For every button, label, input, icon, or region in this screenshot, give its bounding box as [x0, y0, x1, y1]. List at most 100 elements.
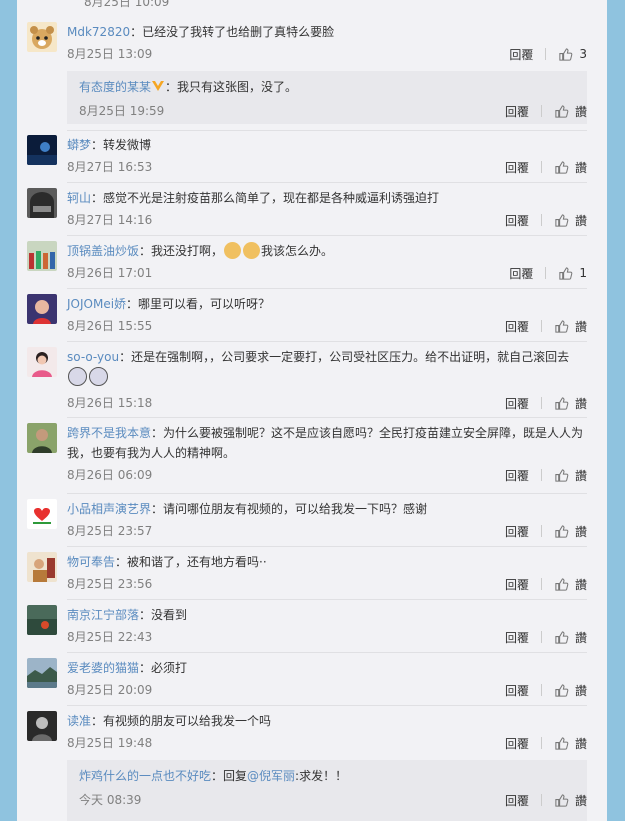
thumbs-up-icon [555, 577, 569, 591]
reply-button[interactable]: 回覆 [493, 395, 541, 412]
avatar[interactable] [27, 552, 57, 582]
previous-comment-fragment: 8月25日 10:09 [84, 0, 604, 9]
avatar[interactable] [27, 423, 57, 453]
avatar[interactable] [27, 499, 57, 529]
thumbs-up-icon [555, 160, 569, 174]
comment-username[interactable]: 轲山 [67, 191, 91, 205]
divider [67, 652, 587, 653]
comment-text: 有态度的某某 ：我只有这张图，没了。 [79, 80, 298, 94]
thumbs-up-icon [555, 683, 569, 697]
like-count: 讚 [574, 736, 587, 751]
emoji-icon [89, 367, 108, 386]
like-button[interactable]: 讚 [542, 735, 587, 752]
reply-button[interactable]: 回覆 [493, 103, 541, 120]
reply-button[interactable]: 回覆 [493, 629, 541, 646]
like-count: 讚 [574, 524, 587, 539]
thumbs-up-icon [555, 396, 569, 410]
comment-username[interactable]: Mdk72820 [67, 25, 130, 39]
like-count: 3 [579, 47, 587, 61]
comment-username[interactable]: 蟒梦 [67, 138, 91, 152]
like-count: 讚 [574, 468, 587, 483]
like-button[interactable]: 讚 [542, 523, 587, 540]
sub-reply: 有态度的某某 ：我只有这张图，没了。 8月25日 19:59 回覆 讚 [67, 71, 587, 124]
reply-button[interactable]: 回覆 [493, 159, 541, 176]
reply-button[interactable]: 回覆 [493, 318, 541, 335]
reply-button[interactable]: 回覆 [493, 682, 541, 699]
comment-username[interactable]: JOJOMei娇 [67, 297, 126, 311]
comment-username[interactable]: 物可奉告 [67, 555, 115, 569]
like-button[interactable]: 1 [546, 266, 587, 281]
like-button[interactable]: 讚 [542, 212, 587, 229]
comment-username[interactable]: 顶锅盖油炒饭 [67, 244, 139, 258]
comment-text: so-o-you：还是在强制啊，，公司要求一定要打，公司受社区压力。给不出证明，… [67, 350, 570, 364]
thumbs-up-icon [555, 104, 569, 118]
avatar[interactable] [27, 711, 57, 741]
reply-button[interactable]: 回覆 [493, 576, 541, 593]
divider [67, 705, 587, 706]
like-count: 1 [579, 266, 587, 280]
reply-button[interactable]: 回覆 [497, 46, 545, 63]
avatar[interactable] [27, 135, 57, 165]
reply-button[interactable]: 回覆 [493, 212, 541, 229]
like-button[interactable]: 讚 [542, 467, 587, 484]
emoji-icon [68, 367, 87, 386]
like-count: 讚 [574, 396, 587, 411]
like-button[interactable]: 讚 [542, 318, 587, 335]
comment-text: 小品相声演艺界：请问哪位朋友有视频的，可以给我发一下吗？感谢 [67, 502, 428, 516]
reply-button[interactable]: 回覆 [493, 523, 541, 540]
divider [67, 235, 587, 236]
emoji-row [67, 367, 587, 391]
avatar[interactable] [27, 188, 57, 218]
comment-text: 物可奉告：被和谐了，还有地方看吗·· [67, 555, 267, 569]
comment-timestamp: 8月26日 17:01 [67, 266, 153, 280]
comment-timestamp: 8月25日 20:09 [67, 683, 153, 697]
avatar[interactable] [27, 658, 57, 688]
avatar[interactable] [27, 605, 57, 635]
like-button[interactable]: 讚 [542, 395, 587, 412]
comment-username[interactable]: 小品相声演艺界 [67, 502, 151, 516]
like-button[interactable]: 3 [546, 47, 587, 62]
like-button[interactable]: 讚 [542, 682, 587, 699]
comment-timestamp: 8月25日 19:59 [79, 104, 165, 118]
sub-reply: 炸鸡什么的一点也不好吃：回复@倪军丽:求发！！ 今天 08:39 回覆 讚 [67, 760, 587, 821]
like-button[interactable]: 讚 [542, 792, 587, 809]
divider [67, 417, 587, 418]
comment-timestamp: 8月26日 06:09 [67, 468, 153, 482]
comment-username[interactable]: 读准 [67, 714, 91, 728]
like-button[interactable]: 讚 [542, 576, 587, 593]
comment-text: Mdk72820：已经没了我转了也给删了真特么要脸 [67, 25, 335, 39]
thumbs-up-icon [559, 266, 573, 280]
avatar[interactable] [27, 22, 57, 52]
thumbs-up-icon [555, 468, 569, 482]
avatar[interactable] [27, 347, 57, 377]
like-count: 讚 [574, 104, 587, 119]
divider [67, 288, 587, 289]
comment-username[interactable]: 爱老婆的猫猫 [67, 661, 139, 675]
like-count: 讚 [574, 213, 587, 228]
divider [67, 546, 587, 547]
emoji-icon [224, 242, 242, 259]
comment-timestamp: 8月25日 10:09 [84, 0, 170, 9]
comment-username[interactable]: 炸鸡什么的一点也不好吃 [79, 769, 211, 783]
avatar[interactable] [27, 294, 57, 324]
like-button[interactable]: 讚 [542, 159, 587, 176]
comment-username[interactable]: 跨界不是我本意 [67, 426, 151, 440]
comment-timestamp: 8月25日 13:09 [67, 47, 153, 61]
reply-button[interactable]: 回覆 [493, 792, 541, 809]
reply-button[interactable]: 回覆 [493, 735, 541, 752]
divider [67, 599, 587, 600]
like-button[interactable]: 讚 [542, 629, 587, 646]
comment-timestamp: 8月27日 16:53 [67, 160, 153, 174]
reply-button[interactable]: 回覆 [493, 467, 541, 484]
like-button[interactable]: 讚 [542, 103, 587, 120]
comment-username[interactable]: 南京江宁部落 [67, 608, 139, 622]
comment-username[interactable]: so-o-you [67, 350, 119, 364]
thumbs-up-icon [559, 47, 573, 61]
comment-text: 顶锅盖油炒饭：我还没打啊， 我该怎么办。 [67, 242, 334, 259]
mention-link[interactable]: @倪军丽 [247, 769, 295, 783]
reply-button[interactable]: 回覆 [497, 265, 545, 282]
avatar[interactable] [27, 241, 57, 271]
like-count: 讚 [574, 683, 587, 698]
thumbs-up-icon [555, 793, 569, 807]
comment-username[interactable]: 有态度的某某 [79, 80, 151, 94]
